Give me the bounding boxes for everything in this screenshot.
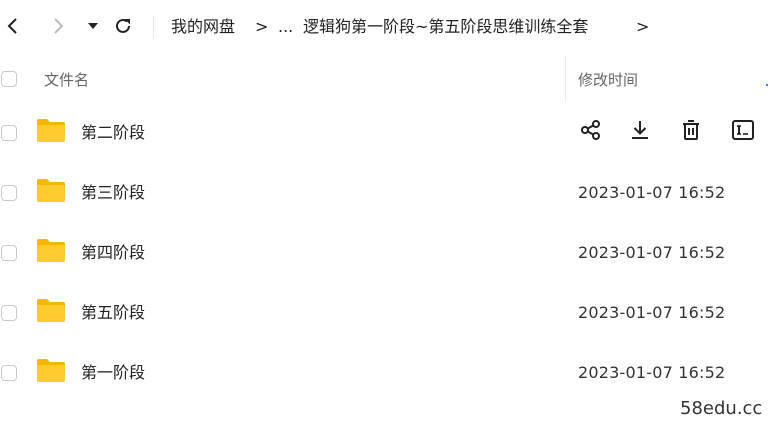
column-divider[interactable] bbox=[565, 56, 566, 102]
share-button[interactable] bbox=[578, 119, 604, 145]
row-checkbox[interactable] bbox=[1, 365, 17, 381]
download-icon bbox=[629, 119, 651, 145]
sort-indicator bbox=[766, 84, 768, 86]
rename-icon bbox=[731, 119, 755, 145]
modified-time: 2023-01-07 16:52 bbox=[578, 183, 726, 202]
breadcrumb-my-drive[interactable]: 我的网盘 bbox=[171, 15, 235, 39]
refresh-button[interactable] bbox=[110, 13, 136, 39]
forward-button[interactable] bbox=[45, 13, 71, 39]
row-checkbox[interactable] bbox=[1, 125, 17, 141]
folder-icon bbox=[36, 117, 66, 143]
column-header-name[interactable]: 文件名 bbox=[44, 69, 89, 91]
folder-icon bbox=[36, 177, 66, 203]
row-checkbox[interactable] bbox=[1, 305, 17, 321]
breadcrumb-separator: > bbox=[255, 17, 269, 36]
chevron-left-icon bbox=[6, 17, 20, 35]
table-row[interactable]: 第二阶段 bbox=[0, 103, 770, 163]
breadcrumb-ellipsis[interactable]: ... bbox=[278, 15, 293, 39]
file-name[interactable]: 第四阶段 bbox=[81, 241, 145, 265]
download-button[interactable] bbox=[627, 119, 653, 145]
modified-time: 2023-01-07 16:52 bbox=[578, 363, 726, 382]
file-name[interactable]: 第三阶段 bbox=[81, 181, 145, 205]
chevron-right-icon bbox=[51, 17, 65, 35]
top-nav-bar: 我的网盘 > ... 逻辑狗第一阶段~第五阶段思维训练全套 > bbox=[0, 0, 770, 54]
modified-time: 2023-01-07 16:52 bbox=[578, 243, 726, 262]
table-row[interactable]: 第五阶段 2023-01-07 16:52 bbox=[0, 283, 770, 343]
caret-down-icon bbox=[87, 21, 99, 31]
watermark: 58edu.cc bbox=[680, 398, 763, 419]
table-row[interactable]: 第三阶段 2023-01-07 16:52 bbox=[0, 163, 770, 223]
refresh-icon bbox=[113, 16, 133, 36]
nav-divider bbox=[153, 16, 154, 38]
history-dropdown-button[interactable] bbox=[80, 13, 106, 39]
breadcrumb-separator: > bbox=[636, 17, 650, 36]
folder-icon bbox=[36, 297, 66, 323]
file-name[interactable]: 第二阶段 bbox=[81, 121, 145, 145]
file-name[interactable]: 第一阶段 bbox=[81, 361, 145, 385]
select-all-checkbox[interactable] bbox=[1, 71, 17, 87]
back-button[interactable] bbox=[0, 13, 26, 39]
delete-button[interactable] bbox=[678, 119, 704, 145]
trash-icon bbox=[680, 119, 702, 145]
breadcrumb-current-folder[interactable]: 逻辑狗第一阶段~第五阶段思维训练全套 bbox=[303, 15, 588, 39]
rename-button[interactable] bbox=[730, 119, 756, 145]
folder-icon bbox=[36, 237, 66, 263]
file-name[interactable]: 第五阶段 bbox=[81, 301, 145, 325]
table-row[interactable]: 第一阶段 2023-01-07 16:52 bbox=[0, 343, 770, 403]
modified-time: 2023-01-07 16:52 bbox=[578, 303, 726, 322]
row-checkbox[interactable] bbox=[1, 245, 17, 261]
table-row[interactable]: 第四阶段 2023-01-07 16:52 bbox=[0, 223, 770, 283]
table-header: 文件名 修改时间 bbox=[0, 56, 770, 104]
share-icon bbox=[580, 119, 602, 145]
column-header-modified[interactable]: 修改时间 bbox=[578, 69, 638, 91]
folder-icon bbox=[36, 357, 66, 383]
row-checkbox[interactable] bbox=[1, 185, 17, 201]
